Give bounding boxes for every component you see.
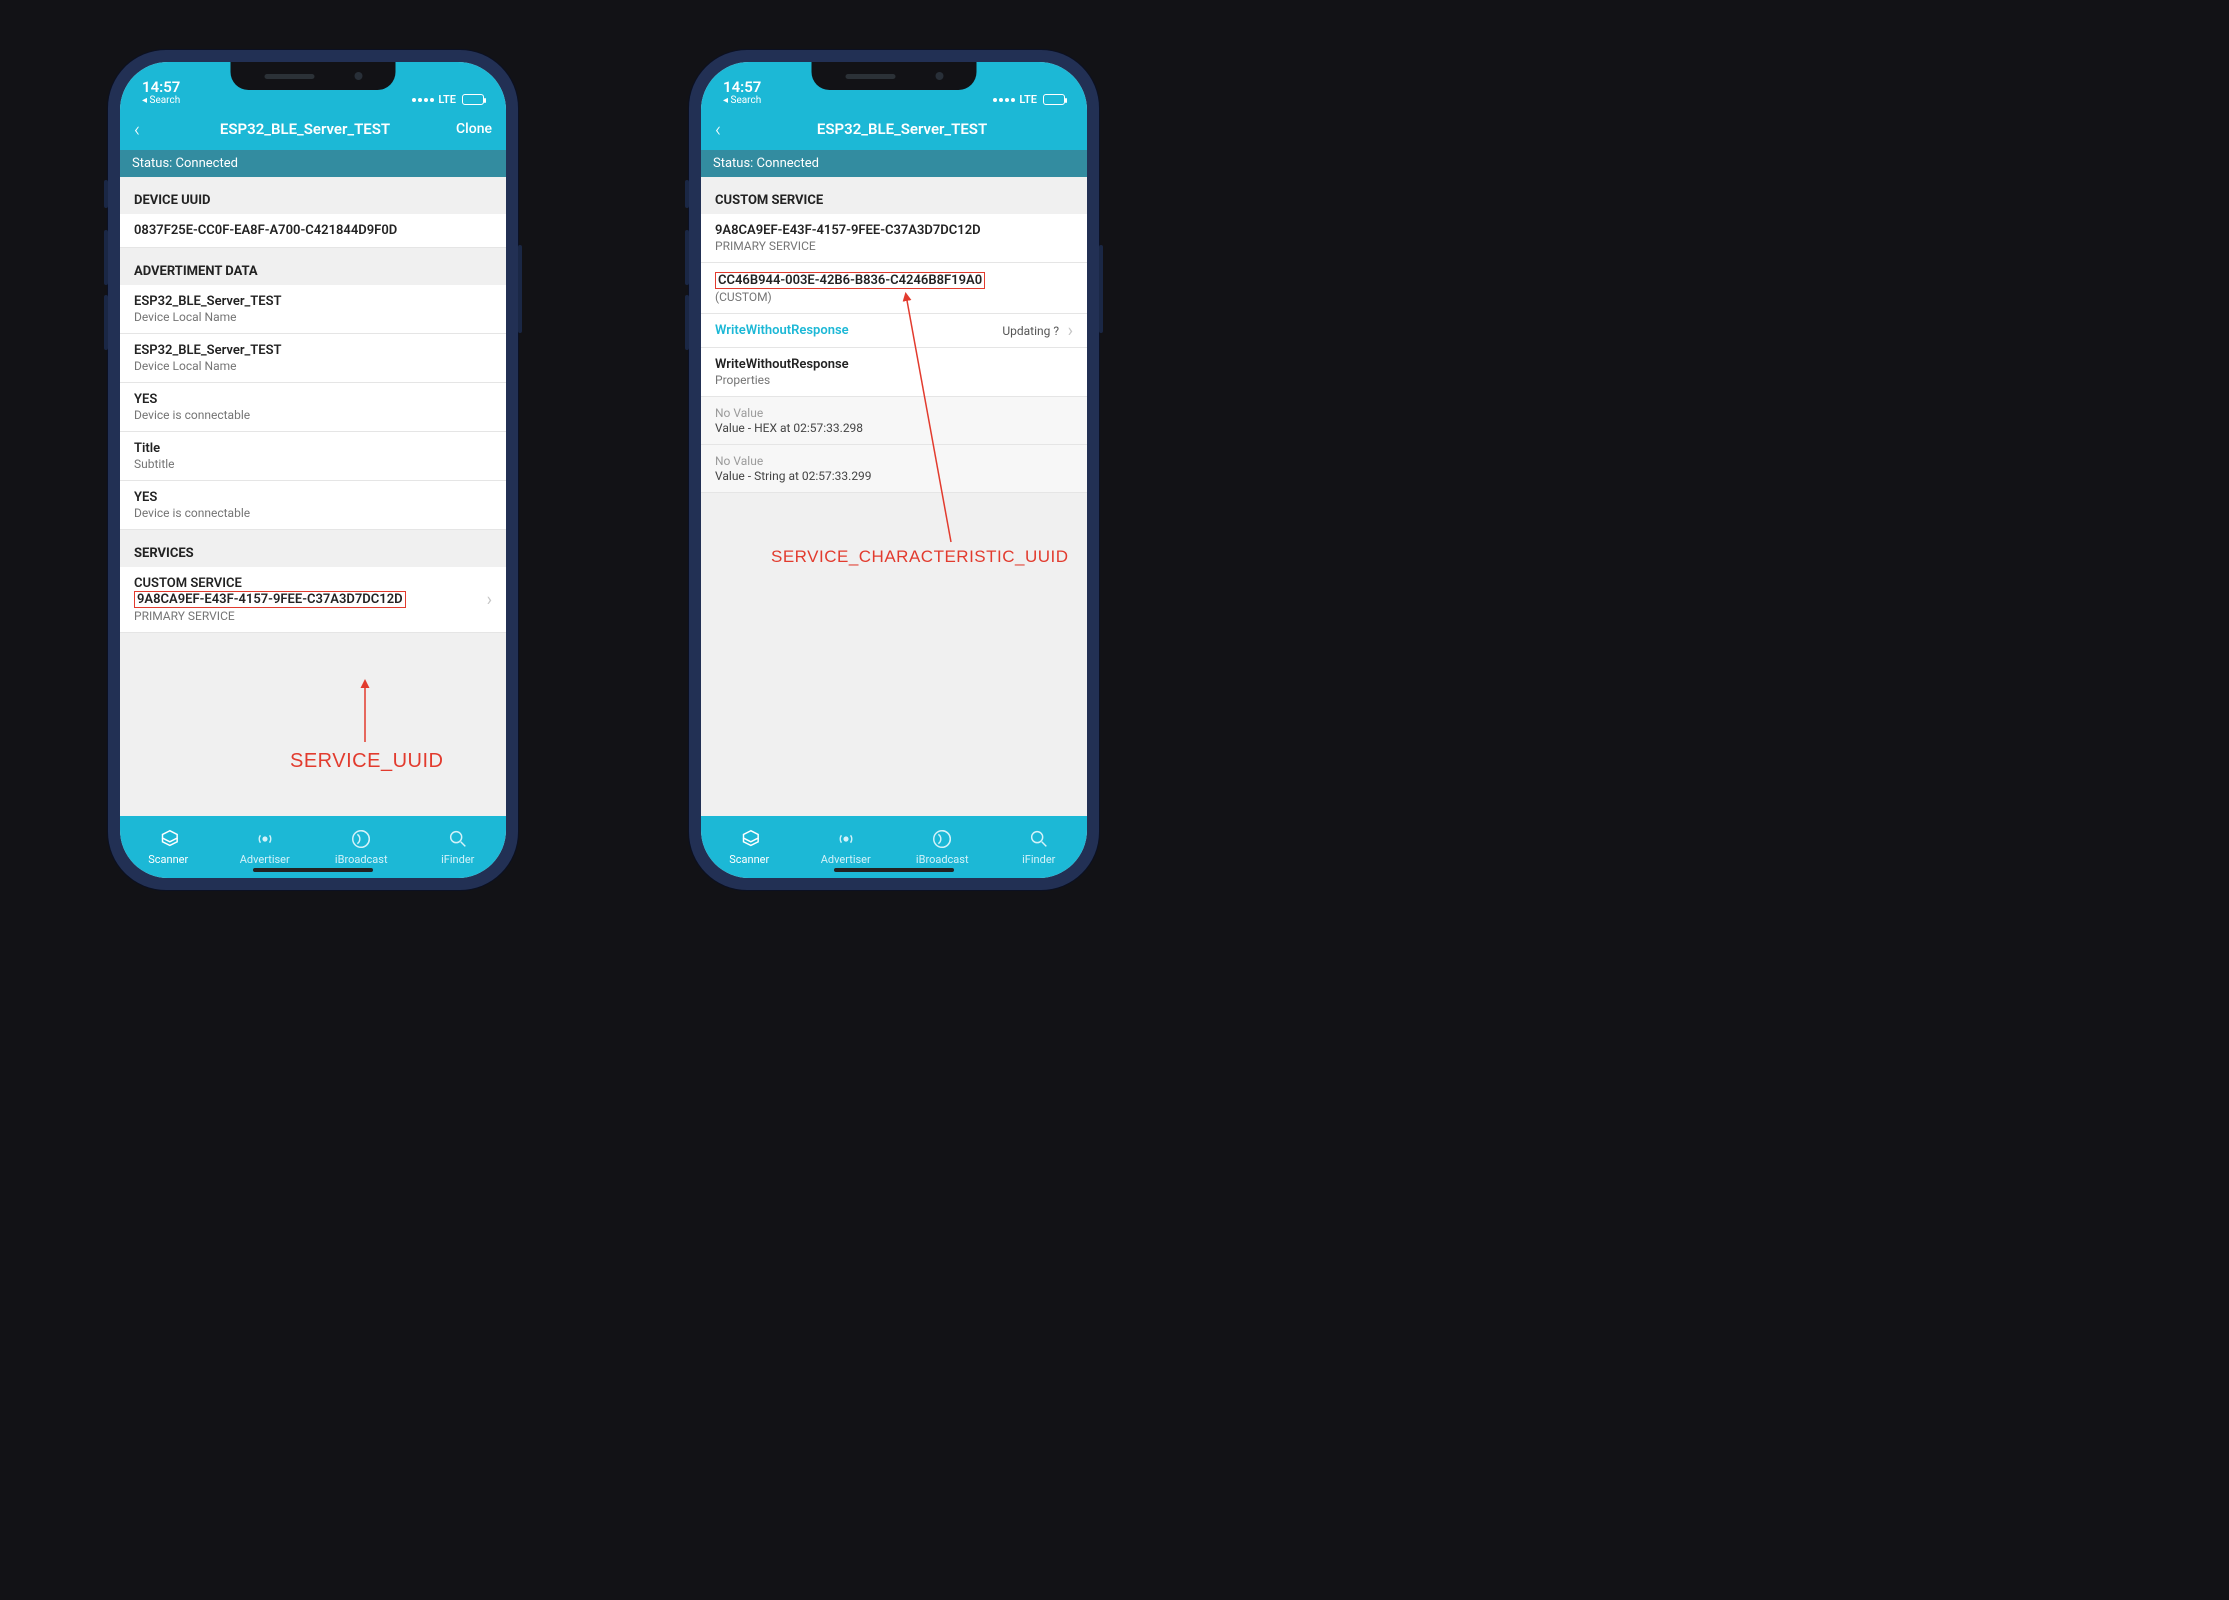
value-hex-cell: No Value Value - HEX at 02:57:33.298 [701, 397, 1087, 445]
battery-icon [462, 94, 484, 105]
list-item: YES Device is connectable [120, 481, 506, 530]
side-button [104, 230, 108, 285]
scroll-content[interactable]: CUSTOM SERVICE 9A8CA9EF-E43F-4157-9FEE-C… [701, 177, 1087, 816]
section-header-advertisement: ADVERTIMENT DATA [120, 248, 506, 285]
list-item: YES Device is connectable [120, 383, 506, 432]
battery-icon [1043, 94, 1065, 105]
ifinder-icon [447, 828, 469, 850]
tab-ifinder[interactable]: iFinder [991, 816, 1088, 878]
back-button[interactable]: ‹ [134, 117, 154, 141]
notch [812, 62, 977, 90]
home-indicator [253, 868, 373, 872]
characteristic-uuid-value: CC46B944-003E-42B6-B836-C4246B8F19A0 [715, 272, 1073, 289]
highlight-box: CC46B944-003E-42B6-B836-C4246B8F19A0 [715, 272, 985, 289]
connection-status: Status: Connected [701, 150, 1087, 177]
notch [231, 62, 396, 90]
nav-title: ESP32_BLE_Server_TEST [164, 120, 446, 138]
advertiser-icon [835, 828, 857, 850]
service-uuid-value: 9A8CA9EF-E43F-4157-9FEE-C37A3D7DC12D [134, 591, 492, 608]
status-back-hint[interactable]: ◂ Search [723, 95, 761, 106]
tab-scanner[interactable]: Scanner [701, 816, 798, 878]
side-button [1099, 245, 1103, 333]
side-button [104, 180, 108, 208]
service-type: PRIMARY SERVICE [715, 239, 1073, 253]
network-label: LTE [438, 93, 456, 106]
value-string-cell: No Value Value - String at 02:57:33.299 [701, 445, 1087, 493]
highlight-box: 9A8CA9EF-E43F-4157-9FEE-C37A3D7DC12D [134, 591, 406, 608]
scanner-icon [738, 828, 760, 850]
clone-button[interactable]: Clone [456, 121, 492, 137]
ibroadcast-icon [931, 828, 953, 850]
wwr-properties-cell: WriteWithoutResponse Properties [701, 348, 1087, 397]
service-cell[interactable]: CUSTOM SERVICE 9A8CA9EF-E43F-4157-9FEE-C… [120, 567, 506, 633]
tab-scanner[interactable]: Scanner [120, 816, 217, 878]
home-indicator [834, 868, 954, 872]
side-button [685, 295, 689, 350]
list-item: ESP32_BLE_Server_TEST Device Local Name [120, 334, 506, 383]
annotation-label: SERVICE_CHARACTERISTIC_UUID [771, 547, 1069, 567]
side-button [685, 230, 689, 285]
status-back-hint[interactable]: ◂ Search [142, 95, 180, 106]
characteristic-cell: CC46B944-003E-42B6-B836-C4246B8F19A0 (CU… [701, 263, 1087, 314]
signal-icon [993, 98, 1015, 102]
screen: 14:57 ◂ Search LTE ‹ ESP32_BLE_Server_TE… [120, 62, 506, 878]
annotation-label: SERVICE_UUID [290, 750, 443, 773]
write-without-response-link[interactable]: WriteWithoutResponse Updating ? [701, 314, 1087, 348]
section-header-device-uuid: DEVICE UUID [120, 177, 506, 214]
screen: 14:57 ◂ Search LTE ‹ ESP32_BLE_Server_TE… [701, 62, 1087, 878]
connection-status: Status: Connected [120, 150, 506, 177]
wwr-label: WriteWithoutResponse [715, 323, 849, 338]
phone-frame-right: 14:57 ◂ Search LTE ‹ ESP32_BLE_Server_TE… [689, 50, 1099, 890]
ifinder-icon [1028, 828, 1050, 850]
phone-frame-left: 14:57 ◂ Search LTE ‹ ESP32_BLE_Server_TE… [108, 50, 518, 890]
signal-icon [412, 98, 434, 102]
advertiser-icon [254, 828, 276, 850]
ibroadcast-icon [350, 828, 372, 850]
network-label: LTE [1019, 93, 1037, 106]
service-name: CUSTOM SERVICE [134, 576, 492, 591]
service-uuid-value: 9A8CA9EF-E43F-4157-9FEE-C37A3D7DC12D [715, 223, 1073, 238]
list-item: ESP32_BLE_Server_TEST Device Local Name [120, 285, 506, 334]
back-button[interactable]: ‹ [715, 117, 735, 141]
status-time: 14:57 [723, 79, 761, 96]
service-type: PRIMARY SERVICE [134, 609, 492, 623]
side-button [104, 295, 108, 350]
nav-title: ESP32_BLE_Server_TEST [745, 120, 1059, 138]
nav-bar: ‹ ESP32_BLE_Server_TEST . [701, 108, 1087, 150]
device-uuid-cell: 0837F25E-CC0F-EA8F-A700-C421844D9F0D [120, 214, 506, 248]
tab-ifinder[interactable]: iFinder [410, 816, 507, 878]
side-button [685, 180, 689, 208]
section-header-custom-service: CUSTOM SERVICE [701, 177, 1087, 214]
device-uuid-value: 0837F25E-CC0F-EA8F-A700-C421844D9F0D [134, 223, 492, 238]
scanner-icon [157, 828, 179, 850]
nav-bar: ‹ ESP32_BLE_Server_TEST Clone [120, 108, 506, 150]
side-button [518, 245, 522, 333]
section-header-services: SERVICES [120, 530, 506, 567]
service-cell: 9A8CA9EF-E43F-4157-9FEE-C37A3D7DC12D PRI… [701, 214, 1087, 263]
updating-label: Updating ? [1002, 324, 1059, 338]
characteristic-note: (CUSTOM) [715, 290, 1073, 304]
scroll-content[interactable]: DEVICE UUID 0837F25E-CC0F-EA8F-A700-C421… [120, 177, 506, 816]
list-item: Title Subtitle [120, 432, 506, 481]
status-time: 14:57 [142, 79, 180, 96]
